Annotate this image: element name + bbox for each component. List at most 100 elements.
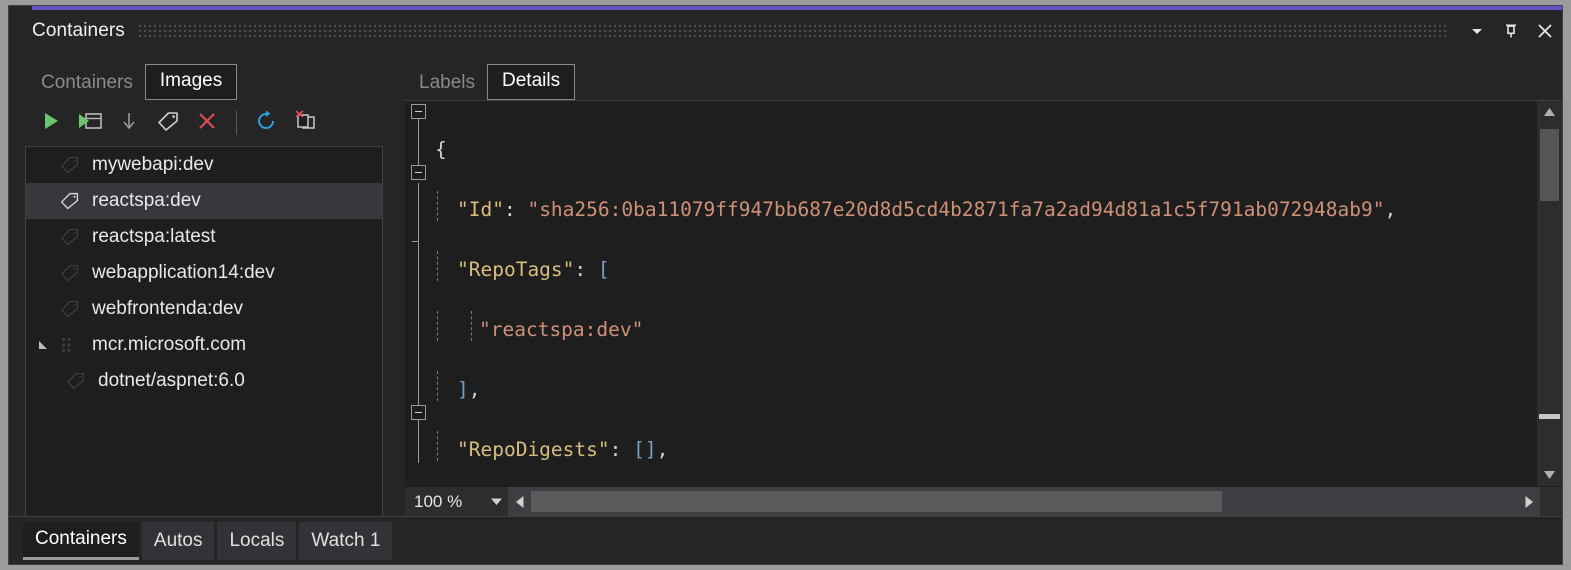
status-bar-filler: [1540, 487, 1562, 516]
prune-images-icon: [292, 109, 318, 138]
json-line: "RepoTags": [: [405, 251, 1536, 285]
tool-window-titlebar: Containers: [9, 10, 1562, 52]
tree-expander[interactable]: [32, 147, 54, 183]
vertical-scrollbar-thumb[interactable]: [1540, 129, 1559, 201]
json-viewer-region: { "Id": "sha256:0ba11079ff947bb687e20d8d…: [405, 100, 1562, 486]
indent-guide: [437, 431, 438, 461]
tag-button[interactable]: [151, 106, 185, 140]
tree-expander[interactable]: [32, 183, 54, 219]
tab-images-label: Images: [159, 70, 223, 91]
right-tab-strip: Labels Details: [405, 52, 1562, 100]
images-pane: Containers Images mywebapi:dev reactspa:…: [9, 52, 383, 516]
tab-label: Watch 1: [311, 529, 381, 551]
tag-icon: [156, 110, 180, 137]
run-button[interactable]: [34, 106, 68, 140]
tab-images[interactable]: Images: [144, 64, 238, 100]
json-line: ],: [405, 371, 1536, 405]
json-line: "reactspa:dev": [405, 311, 1536, 345]
details-pane: Labels Details {"Id": "sha256:0ba11079f…: [383, 52, 1562, 516]
json-content: { "Id": "sha256:0ba11079ff947bb687e20d8d…: [405, 105, 1536, 486]
list-item-registry[interactable]: mcr.microsoft.com: [26, 327, 382, 363]
list-item-label: dotnet/aspnet:6.0: [98, 370, 245, 391]
list-item[interactable]: webfrontenda:dev: [26, 291, 382, 327]
tab-labels-label: Labels: [419, 72, 475, 93]
left-tab-strip: Containers Images: [25, 52, 383, 100]
remove-button[interactable]: [190, 106, 224, 140]
json-bracket: ]: [457, 378, 469, 401]
indent-guide: [437, 311, 438, 341]
list-item-label: reactspa:dev: [92, 190, 201, 211]
scrollbar-position-marker: [1539, 414, 1560, 419]
tag-icon: [54, 219, 84, 255]
tab-containers-bottom[interactable]: Containers: [23, 521, 139, 560]
list-item[interactable]: reactspa:latest: [26, 219, 382, 255]
tag-icon: [54, 291, 84, 327]
bottom-tool-window-tabs: Containers Autos Locals Watch 1: [9, 516, 1562, 564]
images-toolbar: [25, 100, 383, 146]
tab-details[interactable]: Details: [487, 64, 576, 100]
list-item-label: mcr.microsoft.com: [92, 334, 247, 355]
indent-guide: [437, 251, 438, 281]
list-item[interactable]: mywebapi:dev: [26, 147, 382, 183]
dropdown-icon[interactable]: [1460, 14, 1494, 48]
scroll-up-arrow-icon[interactable]: [1537, 101, 1562, 123]
zoom-level-value: 100 %: [414, 491, 463, 511]
close-icon[interactable]: [1528, 14, 1562, 48]
vertical-scrollbar[interactable]: [1536, 101, 1562, 486]
json-value: "reactspa:dev": [479, 318, 644, 341]
json-line: {: [405, 135, 1536, 165]
list-item-label: webapplication14:dev: [92, 262, 275, 283]
list-item-label: reactspa:latest: [92, 226, 216, 247]
tab-locals[interactable]: Locals: [217, 521, 297, 560]
scroll-down-arrow-icon[interactable]: [1537, 464, 1562, 486]
json-line: "Id": "sha256:0ba11079ff947bb687e20d8d5c…: [405, 191, 1536, 225]
scroll-left-arrow-icon[interactable]: [509, 495, 531, 509]
zoom-level-dropdown[interactable]: 100 %: [405, 487, 509, 516]
list-item[interactable]: webapplication14:dev: [26, 255, 382, 291]
screenshot-root: Containers Containers Images mywebapi:de…: [0, 0, 1571, 570]
tab-autos[interactable]: Autos: [141, 521, 215, 560]
tag-icon: [60, 363, 90, 399]
tree-expander[interactable]: [32, 219, 54, 255]
list-item-selected[interactable]: reactspa:dev: [26, 183, 382, 219]
tree-expander[interactable]: [32, 291, 54, 327]
refresh-button[interactable]: [249, 106, 283, 140]
json-key: "RepoDigests": [457, 438, 610, 461]
horizontal-scrollbar-thumb[interactable]: [531, 491, 1222, 512]
json-bracket: []: [633, 438, 657, 461]
json-punct: ,: [468, 378, 481, 401]
scroll-right-arrow-icon[interactable]: [1518, 495, 1540, 509]
page-title: Containers: [32, 20, 125, 41]
horizontal-scrollbar-track[interactable]: [531, 487, 1518, 516]
close-x-icon: [196, 110, 218, 137]
list-item-child[interactable]: dotnet/aspnet:6.0: [26, 363, 382, 399]
pull-button[interactable]: [112, 106, 146, 140]
images-tree[interactable]: mywebapi:dev reactspa:dev reactspa:lates…: [25, 146, 383, 516]
tab-label: Containers: [35, 528, 127, 549]
prune-button[interactable]: [288, 106, 322, 140]
json-token: {: [435, 138, 447, 161]
play-icon: [40, 110, 62, 137]
tab-labels[interactable]: Labels: [407, 68, 487, 100]
json-key: "Id": [457, 198, 504, 221]
indent-guide: [471, 311, 472, 341]
json-line: "RepoDigests": [],: [405, 431, 1536, 465]
run-interactive-button[interactable]: [73, 106, 107, 140]
tab-containers-label: Containers: [41, 72, 133, 93]
json-punct: :: [574, 258, 598, 281]
window-drag-gripper[interactable]: [138, 25, 1446, 37]
details-status-bar: 100 %: [405, 486, 1562, 516]
json-punct: ,: [656, 438, 669, 461]
json-punct: :: [503, 198, 528, 221]
json-punct: ,: [1384, 198, 1397, 221]
chevron-expanded-icon[interactable]: [32, 327, 54, 363]
json-viewer[interactable]: { "Id": "sha256:0ba11079ff947bb687e20d8d…: [405, 101, 1536, 486]
tab-containers[interactable]: Containers: [29, 68, 145, 100]
tree-expander[interactable]: [32, 255, 54, 291]
tab-watch-1[interactable]: Watch 1: [299, 521, 393, 560]
chevron-down-icon[interactable]: [484, 497, 508, 506]
pin-icon[interactable]: [1494, 14, 1528, 48]
indent-guide: [437, 191, 438, 221]
tab-details-label: Details: [502, 70, 561, 91]
horizontal-scrollbar[interactable]: [509, 487, 1540, 516]
